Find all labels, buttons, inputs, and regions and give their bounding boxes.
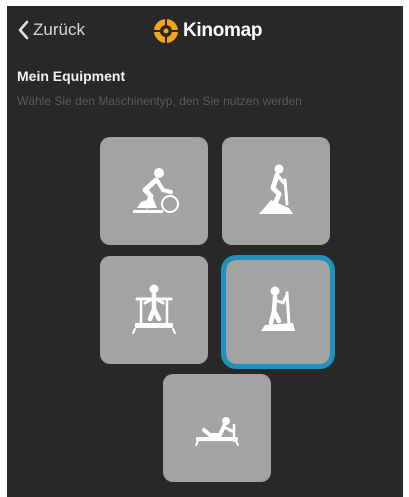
chevron-left-icon <box>18 20 29 40</box>
spin-bike-icon <box>259 164 293 214</box>
rowing-machine-icon <box>195 417 239 446</box>
section-subtitle: Wähle Sie den Maschinentyp, den Sie nutz… <box>17 94 302 108</box>
brand-name: Kinomap <box>183 20 263 41</box>
equipment-tile-elliptical[interactable] <box>221 255 335 369</box>
equipment-tile-rowing-machine[interactable] <box>163 374 271 482</box>
elliptical-icon <box>261 286 295 331</box>
kinomap-logo-icon <box>154 19 178 43</box>
treadmill-icon <box>132 284 176 334</box>
back-button[interactable]: Zurück <box>17 20 85 40</box>
equipment-tile-bike-trainer[interactable] <box>100 137 208 245</box>
back-label: Zurück <box>33 20 85 39</box>
equipment-tile-spin-bike[interactable] <box>222 137 330 245</box>
top-bar: Zurück Kinomap <box>7 6 403 56</box>
brand: Kinomap <box>153 18 262 44</box>
section-title: Mein Equipment <box>17 68 126 84</box>
app-screen: Zurück Kinomap Mein Equipment Wähle Sie … <box>7 6 403 497</box>
equipment-tile-treadmill[interactable] <box>100 256 208 364</box>
bike-trainer-icon <box>133 168 179 213</box>
